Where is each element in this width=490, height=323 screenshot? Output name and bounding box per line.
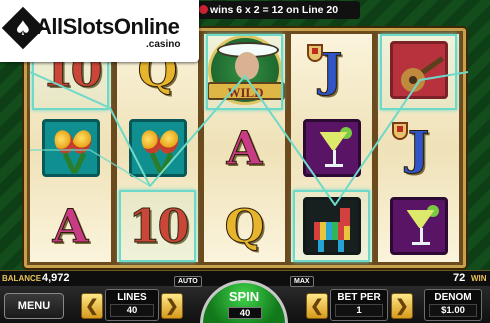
bet-per-value: 1 <box>335 304 383 317</box>
symbol-a: A <box>226 121 263 175</box>
symbol-margarita <box>291 112 372 184</box>
spin-label: SPIN <box>228 289 260 304</box>
win-value: 72 <box>453 272 466 284</box>
margarita-icon <box>302 119 361 177</box>
spade-icon: ♠ <box>14 16 32 40</box>
max-button[interactable]: MAX <box>290 276 314 287</box>
logo-brand: AllSlotsOnline <box>36 14 180 39</box>
lines-label: LINES <box>117 292 147 303</box>
bet-per-label: BET PER <box>337 292 381 303</box>
symbol-maracas <box>117 112 198 184</box>
bet-decrease-button[interactable]: ❮ <box>306 293 328 319</box>
win-highlight <box>206 34 283 110</box>
win-label: WIN <box>471 274 487 283</box>
reel-frame: 10 A Q 10 WILD A Q J J <box>24 28 466 268</box>
win-dot-icon <box>199 5 208 14</box>
maracas-icon <box>128 119 187 177</box>
symbol-q: Q <box>224 199 265 253</box>
win-message: wins 6 x 2 = 12 on Line 20 <box>210 4 339 16</box>
balance-label: BALANCE <box>2 274 42 283</box>
win-highlight <box>293 190 370 262</box>
menu-button[interactable]: MENU <box>4 293 64 319</box>
logo-suffix: .casino <box>146 39 181 50</box>
lines-value: 40 <box>110 304 154 317</box>
denom-label: DENOM <box>434 292 472 303</box>
auto-button[interactable]: AUTO <box>174 276 202 287</box>
spin-bet-value: 40 <box>228 307 262 319</box>
maracas-icon <box>41 119 100 177</box>
symbol-j: J <box>291 34 372 106</box>
win-message-bar: wins 6 x 2 = 12 on Line 20 <box>196 1 360 19</box>
shield-icon <box>307 44 323 62</box>
denom-field[interactable]: DENOM $1.00 <box>424 289 482 321</box>
slot-game-screen: 10 A Q 10 WILD A Q J J ♠ AllSlotsOnline … <box>0 0 490 323</box>
casino-logo: ♠ AllSlotsOnline .casino <box>0 0 199 62</box>
balance-value: 4,972 <box>42 272 70 284</box>
lines-decrease-button[interactable]: ❮ <box>81 293 103 319</box>
symbol-a: A <box>52 199 89 253</box>
symbol-margarita <box>378 190 459 262</box>
denom-value: $1.00 <box>429 304 477 317</box>
lines-increase-button[interactable]: ❯ <box>161 293 183 319</box>
bet-increase-button[interactable]: ❯ <box>391 293 413 319</box>
win-highlight <box>380 34 457 110</box>
symbol-maracas <box>30 112 111 184</box>
symbol-j: J <box>378 112 459 184</box>
margarita-icon <box>389 197 448 255</box>
win-highlight <box>119 190 196 262</box>
shield-icon <box>392 122 408 140</box>
lines-field: LINES 40 <box>105 289 159 321</box>
bet-per-field: BET PER 1 <box>330 289 388 321</box>
